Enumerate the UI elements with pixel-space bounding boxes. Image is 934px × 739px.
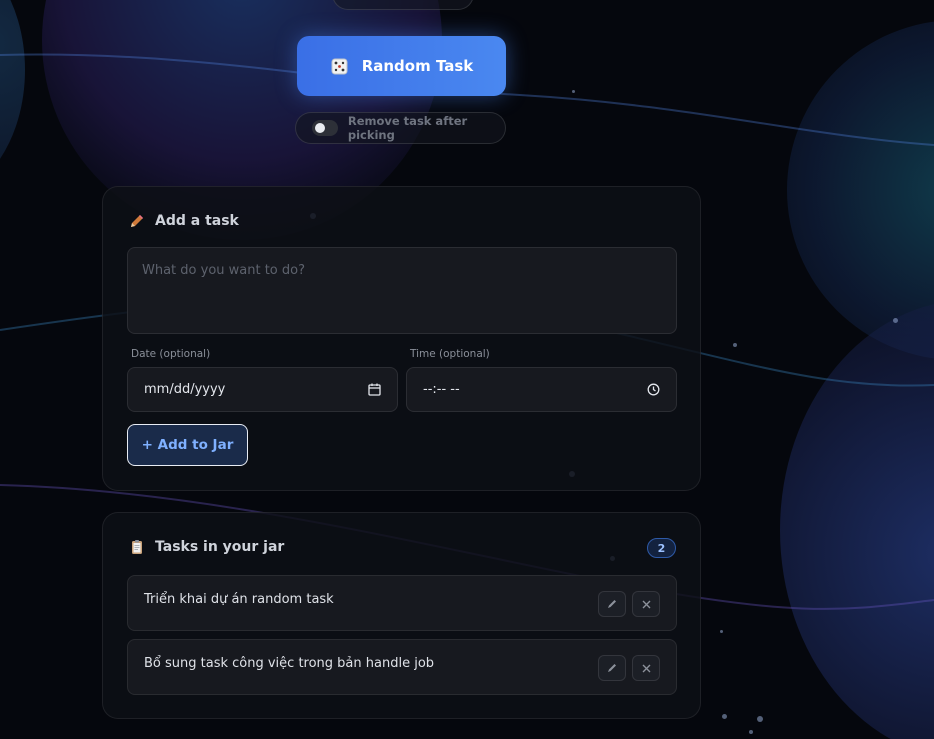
- add-task-header: Add a task: [129, 213, 239, 229]
- task-item[interactable]: Triển khai dự án random task: [127, 575, 677, 631]
- toggle-knob: [315, 123, 325, 133]
- close-icon: [642, 600, 650, 608]
- time-label: Time (optional): [410, 348, 490, 360]
- delete-task-button[interactable]: [632, 655, 660, 681]
- add-task-title: Add a task: [155, 213, 239, 229]
- task-item[interactable]: Bổ sung task công việc trong bản handle …: [127, 639, 677, 695]
- task-text: Triển khai dự án random task: [144, 592, 334, 607]
- random-task-label: Random Task: [361, 57, 474, 75]
- task-list-header: Tasks in your jar: [129, 539, 284, 555]
- dice-icon: [331, 58, 348, 75]
- calendar-icon[interactable]: [368, 383, 381, 396]
- time-input[interactable]: --:-- --: [406, 367, 677, 412]
- task-count-badge: 2: [647, 538, 676, 558]
- pencil-icon: [608, 664, 616, 672]
- task-actions: [598, 591, 660, 617]
- random-task-button[interactable]: Random Task: [297, 36, 506, 96]
- task-actions: [598, 655, 660, 681]
- date-input[interactable]: mm/dd/yyyy: [127, 367, 398, 412]
- edit-task-button[interactable]: [598, 655, 626, 681]
- clipboard-icon: [132, 540, 142, 554]
- remove-after-picking-toggle[interactable]: Remove task after picking: [295, 112, 506, 144]
- pencil-icon: [608, 600, 616, 608]
- close-icon: [642, 664, 650, 672]
- task-text: Bổ sung task công việc trong bản handle …: [144, 656, 435, 671]
- clock-icon[interactable]: [647, 383, 660, 396]
- task-input-placeholder: What do you want to do?: [142, 263, 306, 278]
- toggle-label: Remove task after picking: [347, 114, 468, 142]
- pencil-icon: [131, 215, 143, 227]
- add-task-card: Add a task What do you want to do? Date …: [102, 186, 701, 491]
- edit-task-button[interactable]: [598, 591, 626, 617]
- top-pill[interactable]: [332, 0, 474, 10]
- task-list-card: Tasks in your jar 2 Triển khai dự án ran…: [102, 512, 701, 719]
- toggle-switch[interactable]: [312, 120, 338, 136]
- delete-task-button[interactable]: [632, 591, 660, 617]
- time-value: --:-- --: [423, 382, 460, 397]
- add-to-jar-button[interactable]: + Add to Jar: [127, 424, 248, 466]
- task-input[interactable]: What do you want to do?: [127, 247, 677, 334]
- task-list-title: Tasks in your jar: [155, 539, 285, 555]
- date-label: Date (optional): [131, 348, 211, 360]
- date-value: mm/dd/yyyy: [144, 382, 226, 397]
